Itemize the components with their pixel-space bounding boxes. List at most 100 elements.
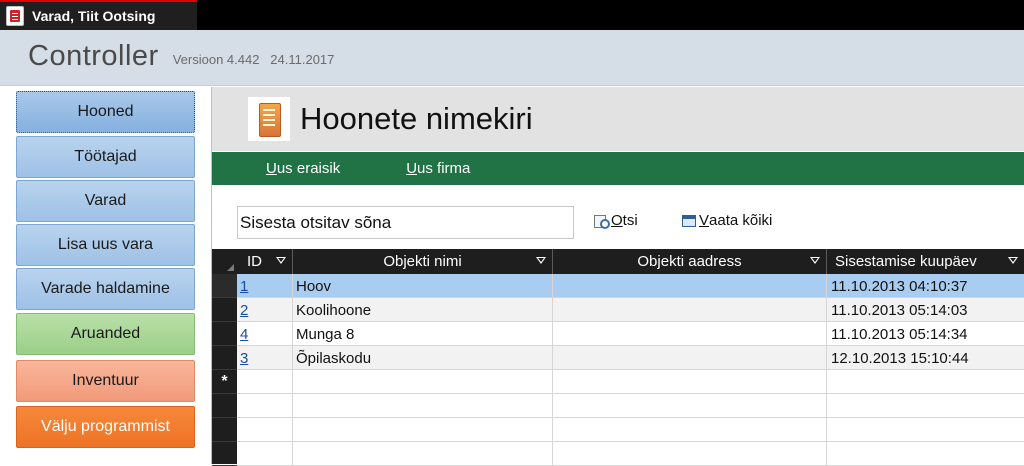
- id-link[interactable]: 3: [240, 350, 248, 367]
- record-selector[interactable]: [212, 322, 237, 346]
- document-tab[interactable]: Varad, Tiit Ootsing: [0, 0, 197, 30]
- new-record-icon[interactable]: *: [212, 370, 237, 394]
- empty-cell: [827, 418, 1024, 442]
- search-input[interactable]: [237, 206, 574, 239]
- table-row[interactable]: 1 Hoov 11.10.2013 04:10:37: [237, 274, 1024, 298]
- sidebar-item-varade-haldamine[interactable]: Varade haldamine: [16, 268, 195, 310]
- cell-name[interactable]: Munga 8: [293, 322, 553, 346]
- record-selector[interactable]: [212, 298, 237, 322]
- record-selector: [212, 442, 237, 466]
- empty-cell: [553, 442, 827, 466]
- view-all-button[interactable]: Vaata kõiki: [682, 212, 772, 229]
- buildings-table: ID Objekti nimi Objekti aadress Sisestam…: [212, 249, 1024, 466]
- app-version: Versioon 4.442 24.11.2017: [172, 52, 335, 67]
- id-link[interactable]: 2: [240, 302, 248, 319]
- cell-id[interactable]: [237, 370, 293, 394]
- record-selector: [212, 418, 237, 442]
- table-row[interactable]: 2 Koolihoone 11.10.2013 05:14:03: [237, 298, 1024, 322]
- search-icon: [594, 214, 610, 229]
- cell-address[interactable]: [553, 274, 827, 298]
- empty-row: [237, 394, 1024, 418]
- empty-row: [237, 418, 1024, 442]
- cell-address[interactable]: [553, 370, 827, 394]
- view-all-accesskey: V: [699, 212, 710, 229]
- record-selector[interactable]: [212, 274, 237, 298]
- table-row[interactable]: 4 Munga 8 11.10.2013 05:14:34: [237, 322, 1024, 346]
- cell-id[interactable]: 2: [237, 298, 293, 322]
- window-icon: [682, 214, 696, 227]
- column-header-label: Sisestamise kuupäev: [835, 253, 977, 270]
- cell-id[interactable]: 1: [237, 274, 293, 298]
- empty-cell: [237, 442, 293, 466]
- empty-cell: [293, 442, 553, 466]
- table-row[interactable]: 3 Õpilaskodu 12.10.2013 15:10:44: [237, 346, 1024, 370]
- cell-date[interactable]: 12.10.2013 15:10:44: [827, 346, 1024, 370]
- dropdown-arrow-icon[interactable]: [276, 257, 286, 264]
- cell-name[interactable]: Hoov: [293, 274, 553, 298]
- cell-name[interactable]: Koolihoone: [293, 298, 553, 322]
- document-tab-title: Varad, Tiit Ootsing: [32, 8, 156, 24]
- new-person-button[interactable]: Uus eraisik: [266, 160, 340, 177]
- select-all-corner[interactable]: [212, 249, 237, 274]
- cell-date[interactable]: 11.10.2013 04:10:37: [827, 274, 1024, 298]
- empty-cell: [237, 394, 293, 418]
- app-title: Controller: [28, 40, 159, 72]
- empty-cell: [827, 394, 1024, 418]
- column-header-date[interactable]: Sisestamise kuupäev: [827, 249, 1024, 274]
- sidebar-item-hooned[interactable]: Hooned: [16, 91, 195, 133]
- empty-cell: [237, 418, 293, 442]
- cell-address[interactable]: [553, 322, 827, 346]
- record-selector: [212, 394, 237, 418]
- sidebar-item-varad[interactable]: Varad: [16, 180, 195, 222]
- view-all-label: aata kõiki: [709, 212, 773, 229]
- cell-address[interactable]: [553, 346, 827, 370]
- sidebar-item-lisa-uus-vara[interactable]: Lisa uus vara: [16, 224, 195, 266]
- sidebar-item-tootajad[interactable]: Töötajad: [16, 136, 195, 178]
- new-company-button[interactable]: Uus firma: [406, 160, 470, 177]
- empty-cell: [827, 442, 1024, 466]
- buildings-list-icon: [248, 97, 290, 141]
- id-link[interactable]: 4: [240, 326, 248, 343]
- empty-cell: [293, 418, 553, 442]
- sidebar-item-exit[interactable]: Välju programmist: [16, 406, 195, 448]
- sidebar-item-aruanded[interactable]: Aruanded: [16, 313, 195, 355]
- cell-date[interactable]: 11.10.2013 05:14:03: [827, 298, 1024, 322]
- empty-cell: [553, 394, 827, 418]
- column-header-label: Objekti nimi: [383, 253, 462, 270]
- cell-date[interactable]: 11.10.2013 05:14:34: [827, 322, 1024, 346]
- sidebar-nav: Hooned Töötajad Varad Lisa uus vara Vara…: [0, 87, 210, 464]
- cell-id[interactable]: 3: [237, 346, 293, 370]
- search-accesskey: O: [611, 212, 623, 229]
- column-header-id[interactable]: ID: [237, 249, 293, 274]
- empty-cell: [553, 418, 827, 442]
- new-person-label: us eraisik: [276, 160, 341, 177]
- sidebar-item-inventuur[interactable]: Inventuur: [16, 360, 195, 402]
- new-company-accesskey: U: [406, 160, 418, 177]
- app-header: Controller Versioon 4.442 24.11.2017: [0, 30, 1024, 86]
- page-title: Hoonete nimekiri: [300, 101, 533, 136]
- title-bar: Varad, Tiit Ootsing: [0, 0, 1024, 30]
- action-bar: Uus eraisik Uus firma: [212, 152, 1024, 185]
- cell-name[interactable]: [293, 370, 553, 394]
- cell-address[interactable]: [553, 298, 827, 322]
- id-link[interactable]: 1: [240, 278, 248, 295]
- new-company-label: us firma: [417, 160, 471, 177]
- column-header-label: ID: [247, 253, 262, 270]
- cell-date[interactable]: [827, 370, 1024, 394]
- search-button[interactable]: Otsi: [594, 212, 638, 229]
- search-row: Otsi Vaata kõiki: [212, 203, 1024, 239]
- column-header-name[interactable]: Objekti nimi: [293, 249, 553, 274]
- dropdown-arrow-icon[interactable]: [810, 257, 820, 264]
- column-header-label: Objekti aadress: [637, 253, 742, 270]
- dropdown-arrow-icon[interactable]: [536, 257, 546, 264]
- dropdown-arrow-icon[interactable]: [1008, 257, 1018, 264]
- empty-row: [237, 442, 1024, 466]
- new-record-row[interactable]: [237, 370, 1024, 394]
- cell-name[interactable]: Õpilaskodu: [293, 346, 553, 370]
- form-header: Hoonete nimekiri: [212, 87, 1024, 151]
- main-form: Hoonete nimekiri Uus eraisik Uus firma O…: [211, 87, 1024, 466]
- record-selector[interactable]: [212, 346, 237, 370]
- column-header-address[interactable]: Objekti aadress: [553, 249, 827, 274]
- cell-id[interactable]: 4: [237, 322, 293, 346]
- form-icon: [6, 6, 24, 26]
